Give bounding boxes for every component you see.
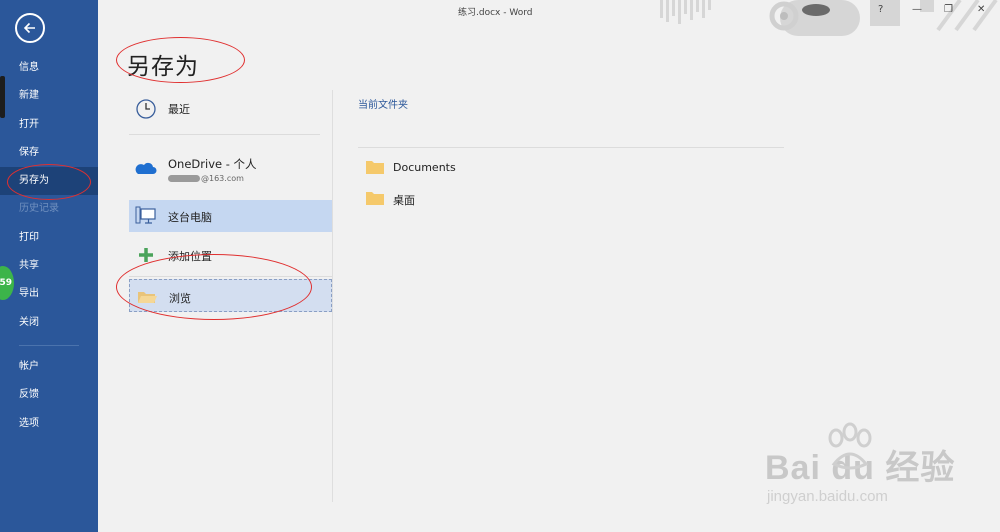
title-bar: 练习.docx - Word ? — ❐ ✕: [98, 0, 1000, 36]
sidebar-item-export[interactable]: 导出: [0, 280, 98, 308]
place-label: 这台电脑: [168, 211, 212, 224]
baidu-watermark: Bai du 经验 jingyan.baidu.com: [765, 422, 955, 505]
computer-icon: [135, 206, 156, 224]
sidebar-divider: [19, 344, 79, 346]
onedrive-account: @163.com: [168, 174, 244, 183]
current-folder-heading: 当前文件夹: [358, 100, 408, 111]
plus-icon: [139, 248, 153, 262]
sidebar-item-feedback[interactable]: 反馈: [0, 381, 98, 409]
clock-icon: [136, 99, 156, 119]
places-divider: [129, 276, 332, 277]
sidebar-item-save-as[interactable]: 另存为: [0, 167, 98, 196]
right-panel-divider: [358, 147, 784, 148]
help-button[interactable]: ?: [878, 4, 883, 15]
place-this-pc[interactable]: 这台电脑: [129, 200, 332, 232]
folder-open-icon: [138, 292, 157, 303]
document-title: 练习.docx - Word: [458, 8, 533, 18]
sidebar-item-account[interactable]: 帐户: [0, 353, 98, 381]
cloud-icon: [135, 162, 157, 174]
place-browse[interactable]: 浏览: [129, 279, 332, 312]
sidebar-item-close[interactable]: 关闭: [0, 309, 98, 337]
word-backstage-window: 信息 新建 打开 保存 另存为 历史记录 打印 共享 导出 关闭 帐户 反馈 选…: [0, 0, 1000, 532]
sidebar-nav: 信息 新建 打开 保存 另存为 历史记录 打印 共享 导出 关闭 帐户 反馈 选…: [0, 54, 98, 438]
watermark-url: jingyan.baidu.com: [767, 488, 888, 505]
sidebar-item-info[interactable]: 信息: [0, 54, 98, 82]
sidebar-item-new[interactable]: 新建: [0, 82, 98, 110]
backstage-sidebar: 信息 新建 打开 保存 另存为 历史记录 打印 共享 导出 关闭 帐户 反馈 选…: [0, 0, 98, 532]
back-button[interactable]: [15, 13, 45, 43]
place-onedrive[interactable]: OneDrive - 个人 @163.com: [129, 150, 332, 200]
folder-label: 桌面: [393, 194, 415, 207]
save-locations-list: 最近 OneDrive - 个人 @163.com 这台电脑 添加位置 浏览: [129, 90, 332, 312]
place-label: 浏览: [169, 292, 191, 305]
folder-icon: [366, 161, 384, 174]
place-label: 最近: [168, 103, 190, 116]
sidebar-item-history: 历史记录: [19, 203, 59, 215]
places-divider: [129, 134, 320, 135]
back-arrow-icon: [23, 22, 35, 34]
sidebar-item-options[interactable]: 选项: [0, 410, 98, 438]
place-recent[interactable]: 最近: [129, 90, 332, 126]
sidebar-item-save[interactable]: 保存: [0, 139, 98, 167]
place-label: OneDrive - 个人: [168, 157, 257, 171]
panel-divider: [332, 90, 333, 502]
sidebar-item-share[interactable]: 共享: [0, 252, 98, 280]
paw-logo-icon: [828, 422, 872, 470]
place-label: 添加位置: [168, 250, 212, 263]
minimize-button[interactable]: —: [912, 4, 922, 15]
sidebar-item-print[interactable]: 打印: [0, 224, 98, 252]
place-add-location[interactable]: 添加位置: [129, 236, 332, 272]
close-window-button[interactable]: ✕: [977, 4, 985, 15]
folder-icon: [366, 192, 384, 205]
restore-button[interactable]: ❐: [944, 4, 953, 15]
page-title: 另存为: [127, 54, 199, 80]
sidebar-item-open[interactable]: 打开: [0, 111, 98, 139]
folder-label: Documents: [393, 161, 456, 174]
redacted-email-mask: [168, 175, 200, 182]
